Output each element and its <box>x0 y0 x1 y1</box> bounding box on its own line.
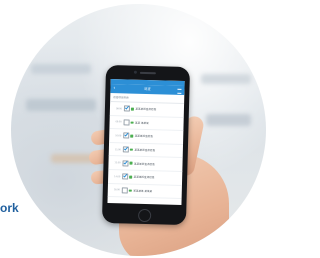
row-time: 16:00 <box>113 188 120 192</box>
checkbox-icon[interactable] <box>123 105 131 112</box>
checkbox-icon[interactable] <box>122 146 129 153</box>
checkbox-icon[interactable] <box>121 187 128 194</box>
row-time: 13:00 <box>114 161 121 165</box>
shelf-blur <box>201 74 251 84</box>
camera-icon <box>133 70 137 74</box>
speaker-grille <box>139 71 156 75</box>
status-marker <box>130 121 134 124</box>
status-marker <box>128 189 132 192</box>
list-item[interactable]: 16:00 某某某某 某某某 <box>107 183 182 200</box>
status-marker <box>130 107 134 111</box>
status-marker <box>129 161 133 165</box>
checkbox-icon[interactable] <box>123 119 130 126</box>
row-time: 08:00 <box>115 106 122 111</box>
row-time: 14:00 <box>114 174 121 179</box>
row-label: 某某某巡查点检查 <box>135 108 157 112</box>
status-marker <box>129 148 133 151</box>
back-arrow-icon[interactable]: ‹ <box>113 84 115 93</box>
brand-text-fragment: ork <box>0 201 19 215</box>
status-marker <box>130 134 133 138</box>
row-label: 某某某巡查点检查 <box>134 148 156 153</box>
row-time: 11:00 <box>115 147 121 151</box>
checkbox-icon[interactable] <box>122 160 129 167</box>
row-label: 某某某某 某某某 <box>133 189 153 194</box>
row-time: 09:00 <box>115 120 122 124</box>
checkbox-icon[interactable] <box>123 132 130 140</box>
row-label: 某某某巡查点检查 <box>133 162 155 166</box>
phone-screen: ‹ 巡查 巡查项目列表 08:00 某某某巡查点检查 09:00 某某 某某某 … <box>107 79 185 205</box>
row-label: 某某某巡查点检查 <box>133 175 155 180</box>
row-label: 某某 某某某 <box>135 121 149 125</box>
row-label: 某某某巡查检查 <box>134 135 153 139</box>
menu-icon[interactable] <box>177 88 182 94</box>
home-button[interactable] <box>137 208 152 223</box>
status-marker <box>129 175 132 179</box>
app-bar: ‹ 巡查 <box>110 84 185 95</box>
shelf-blur <box>26 99 96 111</box>
app-bar-title: 巡查 <box>144 86 151 92</box>
shelf-blur <box>206 114 251 126</box>
checkbox-icon[interactable] <box>122 173 129 180</box>
smartphone: ‹ 巡查 巡查项目列表 08:00 某某某巡查点检查 09:00 某某 某某某 … <box>101 64 191 226</box>
row-time: 10:00 <box>115 134 122 138</box>
shelf-blur <box>31 64 91 74</box>
